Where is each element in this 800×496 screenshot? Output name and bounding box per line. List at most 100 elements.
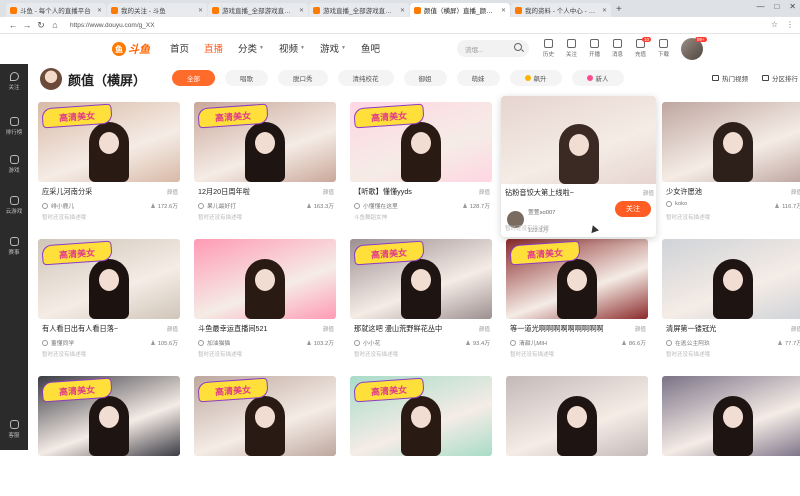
streamer-name[interactable]: 果儿最好打 [198,201,236,210]
room-thumbnail[interactable] [662,376,800,456]
browser-tab[interactable]: 我的资料 - 个人中心 - 斗鱼 ✕ [511,3,611,17]
room-category[interactable]: 颜值 [167,325,178,333]
new-tab-button[interactable]: + [616,4,622,15]
room-thumbnail[interactable]: 高清美女 [194,376,336,456]
room-card[interactable]: 少女许愿池 颜值 koko 116.7万 暂时还没有描述哦 [662,102,800,222]
streamer-name[interactable]: 小小花 [354,338,380,347]
room-card[interactable]: 高清美女 [38,376,180,496]
nav-item[interactable]: 视频 ▼ [279,41,305,55]
room-title[interactable]: 有人看日出有人看日落~ [42,324,152,334]
room-thumbnail[interactable] [501,96,656,184]
reload-icon[interactable]: ↻ [34,20,48,31]
room-thumbnail[interactable]: 高清美女 [350,239,492,319]
browser-tab[interactable]: 我的关注 - 斗鱼 ✕ [107,3,207,17]
minimize-icon[interactable]: — [756,2,764,11]
room-card[interactable] [662,376,800,496]
room-title[interactable]: 清屏第一镂冠光 [666,324,776,334]
extensions-icon[interactable]: ⋮ [786,20,794,29]
search-input[interactable]: 流氓... [457,40,529,57]
toolbar-item[interactable]: 消息 [606,39,629,58]
sidebar-item[interactable]: 游戏 [0,155,28,174]
tab-close-icon[interactable]: ✕ [198,7,203,14]
room-title[interactable]: 钻粉音饺大第上线啦~ [505,188,615,198]
search-icon[interactable] [514,43,522,51]
room-category[interactable]: 颜值 [791,325,800,333]
room-thumbnail[interactable]: 高清美女 [38,102,180,182]
room-title[interactable]: 12月20日周年啦 [198,187,308,197]
room-thumbnail[interactable] [662,239,800,319]
room-thumbnail[interactable]: 高清美女 [350,376,492,456]
hovered-room-card[interactable]: 钻粉音饺大第上线啦~ 颜值 萱萱so007 122.3万 关注 暂时还没有描述哦 [501,96,656,237]
category-link[interactable]: 分区排行 [762,73,798,83]
room-card[interactable]: 高清美女 有人看日出有人看日落~ 颜值 董懂同学 105.6万 暂时还没有描述哦 [38,239,180,359]
filter-chip[interactable]: 新人 [571,70,624,86]
back-icon[interactable]: ← [6,20,20,30]
room-card[interactable]: 高清美女 那就这吧 漫山荒野鲜花丛中 颜值 小小花 93.4万 暂时还没有描述哦 [350,239,492,359]
room-title[interactable]: 斗鱼最幸运直播间521 [198,324,308,334]
toolbar-item[interactable]: 充值 10 [629,37,652,58]
streamer-name[interactable]: 萱萱so007 [528,210,555,216]
filter-chip[interactable]: 清纯校花 [337,70,394,86]
tab-close-icon[interactable]: ✕ [97,7,102,14]
room-card[interactable] [506,376,648,496]
room-card[interactable]: 斗鱼最幸运直播间521 颜值 加油猫猫 103.2万 暂时还没有描述哦 [194,239,336,359]
toolbar-item[interactable]: 下载 [652,39,675,58]
sidebar-item[interactable]: 客服 [0,420,28,439]
room-card[interactable]: 高清美女 等一道光啊啊啊啊啊啊啊啊啊 颜值 清甜儿MIH 86.6万 暂时还没有描述哦 [506,239,648,359]
sidebar-item[interactable]: 排行榜 [0,117,28,136]
room-thumbnail[interactable] [506,376,648,456]
nav-item[interactable]: 鱼吧 [361,41,380,55]
room-category[interactable]: 颜值 [479,188,490,196]
streamer-name[interactable]: 董懂同学 [42,338,74,347]
maximize-icon[interactable]: □ [774,2,779,11]
follow-button[interactable]: 关注 [615,201,651,217]
tab-close-icon[interactable]: ✕ [299,7,304,14]
room-thumbnail[interactable] [662,102,800,182]
forward-icon[interactable]: → [20,20,34,30]
room-card[interactable]: 清屏第一镂冠光 颜值 在逃公主阿玖 77.7万 暂时还没有描述哦 [662,239,800,359]
filter-chip[interactable]: 萌妹 [456,70,500,86]
room-title[interactable]: 少女许愿池 [666,187,776,197]
room-title[interactable]: 【听歌】懂懂yyds [354,187,464,197]
sidebar-item[interactable]: 关注 [0,72,28,91]
room-thumbnail[interactable]: 高清美女 [194,102,336,182]
streamer-name[interactable]: koko [666,201,687,207]
room-card[interactable]: 高清美女 [194,376,336,496]
filter-chip[interactable]: 御姐 [403,70,447,86]
room-thumbnail[interactable]: 高清美女 [38,239,180,319]
room-title[interactable]: 那就这吧 漫山荒野鲜花丛中 [354,324,464,334]
browser-tab[interactable]: 斗鱼 - 每个人的直播平台 ✕ [6,3,106,17]
room-category[interactable]: 颜值 [167,188,178,196]
room-title[interactable]: 等一道光啊啊啊啊啊啊啊啊啊 [510,324,620,334]
tab-close-icon[interactable]: ✕ [501,7,506,14]
filter-chip[interactable]: 飙升 [509,70,562,86]
room-category[interactable]: 颜值 [791,188,800,196]
category-link[interactable]: 热门视频 [712,73,748,83]
streamer-name[interactable]: 绯小鹿儿 [42,201,74,210]
streamer-name[interactable]: 清甜儿MIH [510,338,547,347]
filter-chip[interactable]: 全部 [172,70,215,86]
sidebar-item[interactable]: 赛事 [0,237,28,256]
filter-chip[interactable]: 唱歌 [225,70,268,86]
nav-item[interactable]: 首页 [170,41,189,55]
streamer-name[interactable]: 小懂懂在这里 [354,201,398,210]
room-card[interactable]: 高清美女 应采儿河南分采 颜值 绯小鹿儿 172.6万 暂时还没有描述哦 [38,102,180,222]
room-category[interactable]: 颜值 [323,188,334,196]
toolbar-item[interactable]: 关注 [560,39,583,58]
tab-close-icon[interactable]: ✕ [602,7,607,14]
url-field[interactable]: https://www.douyu.com/g_XX [70,22,155,29]
room-thumbnail[interactable]: 高清美女 [506,239,648,319]
streamer-name[interactable]: 加油猫猫 [198,338,230,347]
browser-tab[interactable]: 游戏直播_全部游戏直播_斗鱼✕ [309,3,409,17]
room-card[interactable]: 高清美女 【听歌】懂懂yyds 颜值 小懂懂在这里 128.7万 斗鱼舞蹈女神 [350,102,492,222]
room-thumbnail[interactable]: 高清美女 [38,376,180,456]
room-category[interactable]: 颜值 [635,325,646,333]
close-window-icon[interactable]: ✕ [789,2,796,11]
filter-chip[interactable]: 脱口秀 [278,70,328,86]
room-category[interactable]: 颜值 [643,189,654,197]
room-card[interactable]: 高清美女 [350,376,492,496]
nav-item[interactable]: 分类 ▼ [238,41,264,55]
nav-item[interactable]: 直播 [204,41,223,55]
room-category[interactable]: 颜值 [479,325,490,333]
star-icon[interactable]: ☆ [771,20,778,29]
